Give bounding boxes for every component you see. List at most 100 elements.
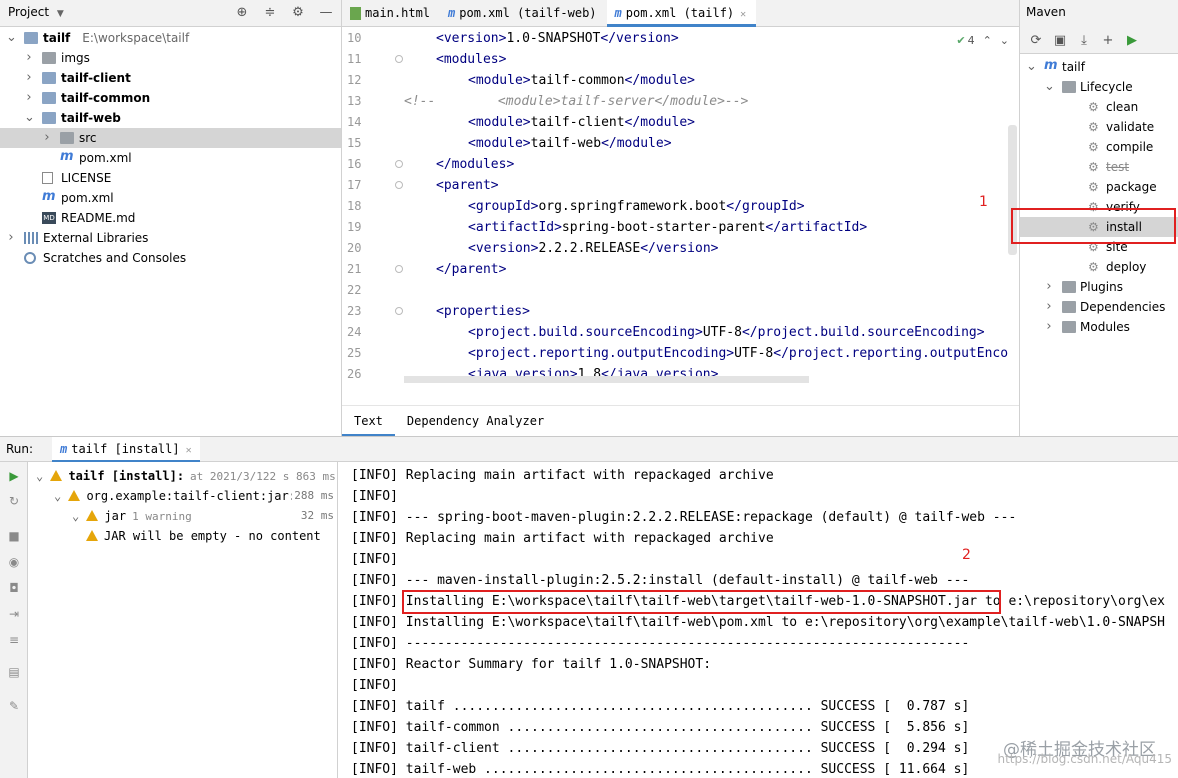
maven-item[interactable]: ⌄ Lifecycle — [1020, 77, 1178, 97]
maven-item[interactable]: ⚙ clean — [1020, 97, 1178, 117]
console-output[interactable]: [INFO] Replacing main artifact with repa… — [339, 462, 1178, 778]
gear-icon: ⚙ — [1088, 180, 1099, 194]
maven-item[interactable]: › Dependencies — [1020, 297, 1178, 317]
gear-icon[interactable]: ⚙ — [289, 4, 307, 22]
fold-marker-icon[interactable] — [395, 307, 403, 315]
tree-item[interactable]: › imgs — [0, 48, 341, 68]
fold-marker-icon[interactable] — [395, 55, 403, 63]
line-number: 15 — [347, 136, 362, 150]
camera-icon[interactable]: ◘ — [6, 580, 22, 596]
maven-item[interactable]: › Plugins — [1020, 277, 1178, 297]
maven-item[interactable]: ⚙ deploy — [1020, 257, 1178, 277]
tree-item-label: imgs — [61, 51, 90, 65]
chevron-right-icon[interactable]: › — [24, 68, 34, 88]
editor-tab[interactable]: m pom.xml (tailf) ✕ — [606, 0, 757, 27]
fold-marker-icon[interactable] — [395, 265, 403, 273]
rerun-failed-icon[interactable]: ↻ — [6, 493, 22, 509]
console-line: [INFO] — [351, 552, 398, 567]
collapse-all-icon[interactable]: ≑ — [261, 4, 279, 22]
build-tree-item[interactable]: ⌄ org.example:tailf-client:jar:1 288 ms — [28, 486, 337, 506]
maven-item[interactable]: ⚙ package — [1020, 177, 1178, 197]
build-tree-item-label: JAR will be empty - no content — [104, 529, 321, 543]
tree-item[interactable]: LICENSE — [0, 168, 341, 188]
tree-item[interactable]: ⌄ tailf E:\workspace\tailf — [0, 28, 341, 48]
chevron-down-icon[interactable]: ⌄ — [54, 489, 68, 503]
chevron-down-icon[interactable]: ⌄ — [36, 469, 50, 483]
build-tree-item[interactable]: JAR will be empty - no content — [28, 526, 337, 546]
maven-item[interactable]: › Modules — [1020, 317, 1178, 337]
minimize-icon[interactable]: — — [317, 4, 335, 22]
eye-icon[interactable]: ◉ — [6, 554, 22, 570]
maven-item[interactable]: ⚙ validate — [1020, 117, 1178, 137]
editor-tab[interactable]: m pom.xml (tailf-web) — [440, 0, 607, 27]
chevron-right-icon[interactable]: › — [6, 228, 16, 248]
tree-item[interactable]: › tailf-client — [0, 68, 341, 88]
tree-item[interactable]: › External Libraries — [0, 228, 341, 248]
export-icon[interactable]: ⇥ — [6, 606, 22, 622]
build-tree-item[interactable]: ⌄ tailf [install]: at 2021/3/122 s 863 ms — [28, 466, 337, 487]
code-token: tailf-web — [530, 136, 602, 151]
maven-item[interactable]: ⚙ test — [1020, 157, 1178, 177]
project-view-selector[interactable]: Project ▼ — [8, 5, 64, 19]
download-icon[interactable]: ⤓ — [1074, 33, 1094, 48]
run-icon[interactable]: ▶ — [1122, 33, 1142, 48]
build-tree-item-extra: 1 warning — [132, 510, 192, 523]
add-icon[interactable]: + — [1098, 33, 1118, 48]
chevron-right-icon[interactable]: › — [1044, 297, 1054, 317]
code-editor[interactable]: 10 11 12 13 14 15 16 17 18 19 20 21 22 23 24 25 26 <vers… — [342, 28, 1019, 383]
close-icon[interactable]: ✕ — [186, 445, 192, 456]
tree-item[interactable]: m pom.xml — [0, 188, 341, 208]
tree-item-label: tailf-client — [61, 71, 131, 85]
editor-bottom-tab[interactable]: Dependency Analyzer — [395, 406, 556, 437]
chevron-down-icon[interactable]: ⌄ — [72, 509, 86, 523]
pin-icon[interactable]: ✎ — [6, 698, 22, 714]
tree-item[interactable]: › tailf-common — [0, 88, 341, 108]
generate-sources-icon[interactable]: ▣ — [1050, 33, 1070, 48]
stop-icon[interactable]: ■ — [6, 528, 22, 544]
maven-item[interactable]: ⚙ compile — [1020, 137, 1178, 157]
fold-marker-icon[interactable] — [395, 160, 403, 168]
console-line: [INFO] — [351, 489, 398, 504]
chevron-down-icon[interactable]: ⌄ — [1044, 77, 1055, 97]
build-tree-item-label: tailf [install]: — [68, 469, 185, 483]
maven-file-icon: m — [60, 149, 74, 164]
settings-icon[interactable]: ≡ — [6, 632, 22, 648]
project-tool-window: Project ▼ ⊕ ≑ ⚙ — ⌄ tailf E:\workspace\tai… — [0, 0, 342, 436]
chevron-right-icon[interactable]: › — [24, 48, 34, 68]
code-token: </groupId> — [726, 199, 805, 214]
editor-tab[interactable]: main.html — [342, 0, 440, 27]
fold-marker-icon[interactable] — [395, 181, 403, 189]
run-tab[interactable]: m tailf [install] ✕ — [52, 437, 200, 462]
project-title: Project — [8, 5, 50, 19]
tree-item[interactable]: Scratches and Consoles — [0, 248, 341, 268]
code-token: <module> — [468, 136, 531, 151]
chevron-right-icon[interactable]: › — [24, 88, 34, 108]
locate-icon[interactable]: ⊕ — [233, 4, 251, 22]
code-line: <parent> — [436, 175, 499, 196]
folder-icon — [1062, 301, 1076, 313]
reload-icon[interactable]: ⟳ — [1026, 33, 1046, 48]
warning-icon — [86, 510, 99, 521]
chevron-down-icon[interactable]: ⌄ — [6, 28, 17, 48]
tree-item[interactable]: › src — [0, 128, 341, 148]
chevron-right-icon[interactable]: › — [42, 128, 52, 148]
chevron-right-icon[interactable]: › — [1044, 277, 1054, 297]
build-tree-item[interactable]: ⌄ jar 1 warning 32 ms — [28, 506, 337, 526]
horizontal-scrollbar[interactable] — [404, 376, 809, 383]
tree-item[interactable]: m pom.xml — [0, 148, 341, 168]
editor-bottom-tab[interactable]: Text — [342, 406, 395, 437]
close-icon[interactable]: ✕ — [740, 9, 746, 20]
layout-icon[interactable]: ▤ — [6, 664, 22, 680]
chevron-down-icon[interactable]: ⌄ — [24, 108, 35, 128]
chevron-down-icon[interactable]: ⌄ — [1026, 57, 1037, 77]
folder-blue-icon — [24, 32, 38, 44]
tree-item[interactable]: MD README.md — [0, 208, 341, 228]
chevron-right-icon[interactable]: › — [1044, 317, 1054, 337]
build-tree-item-content: ⌄ tailf [install]: at 2021/3/122 s 863 ms — [36, 466, 336, 487]
maven-item[interactable]: ⌄ m tailf — [1020, 57, 1178, 77]
editor-area: main.html m pom.xml (tailf-web) m pom.xml (t… — [342, 0, 1019, 437]
folder-blue-icon — [42, 112, 56, 124]
rerun-icon[interactable]: ▶ — [6, 468, 22, 484]
annotation-label-2: 2 — [962, 547, 971, 563]
tree-item[interactable]: ⌄ tailf-web — [0, 108, 341, 128]
